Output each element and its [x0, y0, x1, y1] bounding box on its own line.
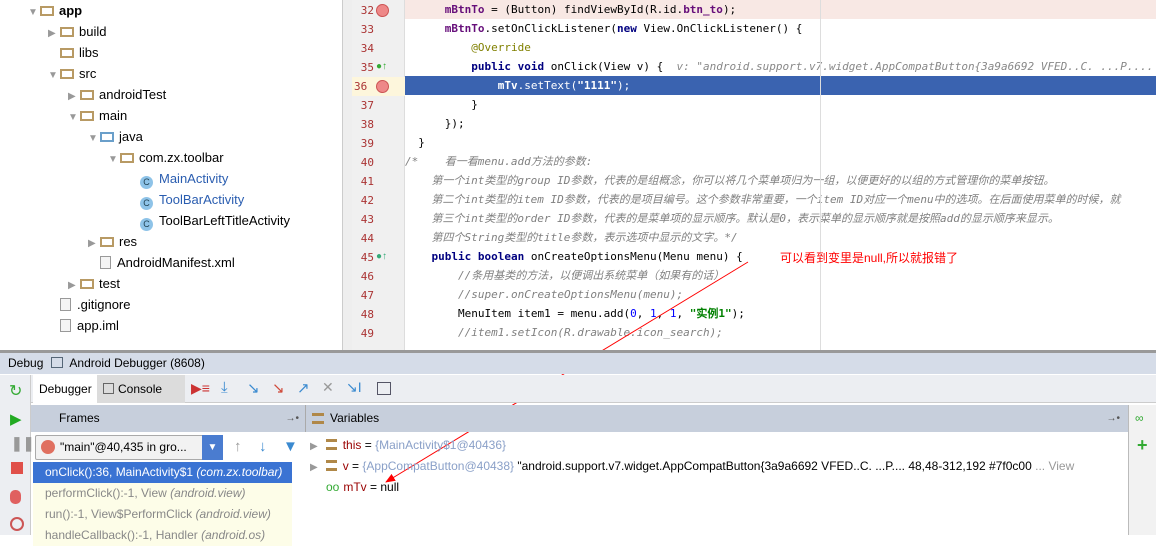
frame-package: (com.zx.toolbar) — [196, 465, 283, 479]
stop-icon[interactable] — [11, 462, 23, 474]
variable-string: "android.support.v7.widget.AppCompatButt… — [517, 459, 1032, 473]
view-breakpoints-icon[interactable] — [10, 490, 21, 504]
filter-icon[interactable]: ▼ — [283, 438, 298, 455]
variable-row[interactable]: ▶ this = {MainActivity$1@40436} — [310, 435, 506, 456]
frame-package: (android.os) — [201, 528, 266, 542]
pin-icon[interactable]: →• — [1106, 405, 1120, 432]
frames-title: Frames — [59, 411, 100, 425]
field-icon — [325, 439, 337, 450]
add-watch-icon[interactable]: + — [1137, 435, 1148, 456]
watches-strip: ∞ + — [1128, 405, 1156, 535]
field-icon — [325, 460, 337, 471]
frame-method: handleCallback():-1, Handler — [45, 528, 198, 542]
variables-icon — [312, 413, 324, 424]
next-frame-icon[interactable]: ↓ — [259, 438, 267, 455]
thread-selector[interactable]: "main"@40,435 in gro... — [35, 435, 223, 460]
variables-title: Variables — [330, 411, 380, 425]
variable-name: this — [342, 438, 362, 452]
expand-arrow-icon[interactable]: ▶ — [310, 441, 318, 452]
variables-header: Variables →• — [305, 405, 1128, 432]
view-link[interactable]: ... View — [1035, 459, 1074, 473]
resume-icon[interactable]: ▶ — [10, 410, 22, 428]
step-into-icon[interactable]: ↘ — [247, 379, 260, 397]
frame-method: run():-1, View$PerformClick — [45, 507, 193, 521]
tab-console[interactable]: Console — [97, 375, 185, 403]
frame-package: (android.view) — [195, 507, 271, 521]
variable-row[interactable]: ▶ v = {AppCompatButton@40438} "android.su… — [310, 456, 1074, 477]
frames-header: Frames →• — [31, 405, 305, 432]
watch-glasses-icon: oo — [326, 480, 340, 494]
pause-icon[interactable]: ❚❚ — [11, 435, 34, 452]
show-execution-point-icon[interactable]: ▶≡ — [191, 380, 210, 397]
variable-value: null — [380, 480, 400, 494]
force-step-into-icon[interactable]: ↘ — [272, 379, 285, 397]
frame-method: onClick():36, MainActivity$1 — [45, 465, 194, 479]
drop-frame-icon[interactable]: ✕ — [322, 379, 334, 396]
watches-icon: ∞ — [1135, 411, 1144, 425]
mute-breakpoints-icon[interactable] — [10, 517, 24, 531]
step-out-icon[interactable]: ↗ — [297, 379, 310, 397]
chevron-down-icon[interactable]: ▼ — [202, 435, 223, 460]
frame-item[interactable]: performClick():-1, View (android.view) — [33, 483, 292, 504]
expand-arrow-icon[interactable]: ▶ — [310, 462, 318, 473]
debugger-config-icon — [50, 357, 63, 368]
variable-name: mTv — [343, 480, 367, 494]
step-over-icon[interactable]: ⤓ — [221, 379, 228, 396]
debug-title: Debug — [8, 356, 44, 370]
tab-debugger[interactable]: Debugger — [33, 375, 97, 403]
frame-method: performClick():-1, View — [45, 486, 167, 500]
tab-console-label: Console — [118, 382, 163, 396]
rerun-icon[interactable]: ↻ — [9, 381, 22, 401]
frame-item[interactable]: handleCallback():-1, Handler (android.os… — [33, 525, 292, 546]
variable-name: v — [342, 459, 349, 473]
thread-icon — [41, 440, 55, 454]
frame-package: (android.view) — [170, 486, 246, 500]
run-to-cursor-icon[interactable]: ↘I — [346, 379, 362, 396]
previous-frame-icon[interactable]: ↑ — [234, 438, 242, 455]
console-icon — [103, 383, 114, 394]
debug-header: Debug Android Debugger (8608) — [0, 353, 1156, 374]
frame-item[interactable]: run():-1, View$PerformClick (android.vie… — [33, 504, 292, 525]
pin-icon[interactable]: →• — [285, 405, 299, 432]
debug-config-name: Android Debugger (8608) — [69, 356, 205, 370]
variable-value: {MainActivity$1@40436} — [375, 438, 507, 452]
debug-tabs: Debugger Console ▶≡ ⤓ ↘ ↘ ↗ ✕ ↘I — [31, 375, 1156, 403]
debug-side-toolbar: ↻ ▶ ❚❚ — [0, 375, 34, 535]
frame-item[interactable]: onClick():36, MainActivity$1 (com.zx.too… — [33, 462, 292, 483]
variable-value: {AppCompatButton@40438} — [362, 459, 515, 473]
evaluate-expression-icon[interactable] — [377, 382, 391, 395]
variable-row[interactable]: oo mTv = null — [310, 477, 399, 498]
